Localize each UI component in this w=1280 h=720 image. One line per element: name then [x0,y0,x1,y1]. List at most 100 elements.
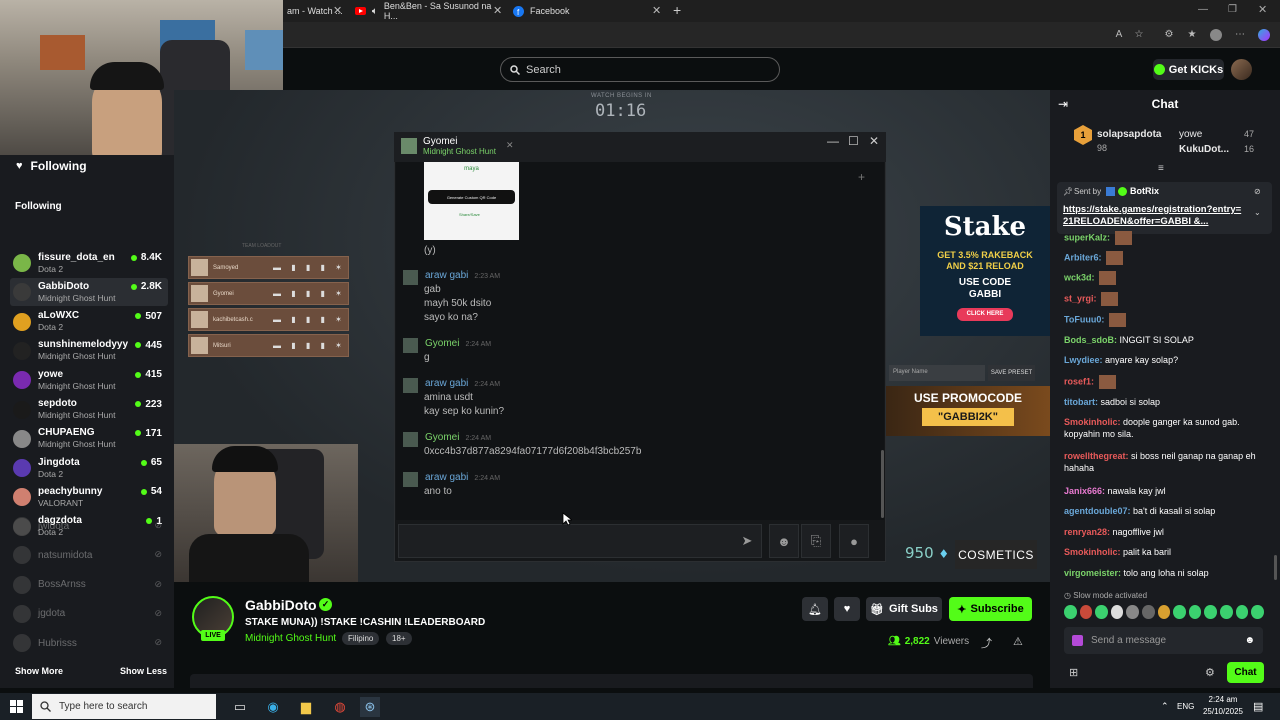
favorite-star-icon[interactable]: ☆ [1133,29,1145,41]
chat-message[interactable]: virgomeister: tolo ang loha ni solap [1064,567,1274,579]
emote-icon[interactable] [1126,605,1140,619]
emote-icon[interactable] [1095,605,1108,619]
chat-message[interactable]: Smokinholic: palit ka baril [1064,546,1274,558]
chat-scrollbar[interactable] [1274,555,1277,580]
maximize-icon[interactable]: ❐ [1228,4,1237,15]
follow-button[interactable]: ♥ [834,597,860,621]
pinned-link[interactable]: https://stake.games/registration?entry=2… [1063,204,1243,228]
stake-ad-banner[interactable]: Stake GET 3.5% RAKEBACK AND $21 RELOAD U… [920,206,1050,336]
close-tab-icon[interactable]: ✕ [333,4,342,17]
notification-bell-button[interactable]: 🔔︎ [802,597,828,621]
windows-start-icon[interactable] [10,700,23,713]
chat-message[interactable]: rosef1: [1064,375,1274,389]
steam-icon[interactable]: ⊛ [360,697,380,717]
chat-message[interactable]: agentdouble07: ba't di kasali si solap [1064,505,1274,517]
sidebar-item-jwldota[interactable]: jwldota ⊘ [10,512,168,540]
chat-message[interactable]: Bods_sdoB: INGGIT SI SOLAP [1064,334,1274,346]
emote-icon[interactable] [1235,605,1249,619]
chat-username[interactable]: superKalz: [1064,232,1110,242]
report-icon[interactable]: ⚠ [1013,635,1023,648]
subscribe-button[interactable]: ✦ Subscribe [949,597,1032,621]
chat-message[interactable]: Lwydiee: anyare kay solap? [1064,354,1274,366]
gear-icon[interactable]: ⚙ [1205,666,1215,679]
tag-pill[interactable]: Filipino [342,632,380,645]
speaker-icon[interactable]: 🔈︎ [372,6,378,17]
chat-username[interactable]: agentdouble07: [1064,506,1131,516]
file-explorer-icon[interactable]: ▆ [296,697,316,717]
ad-click-button[interactable]: CLICK HERE [957,308,1013,321]
close-tab-icon[interactable]: ✕ [652,4,661,17]
chat-username[interactable]: Lwydiee: [1064,355,1103,365]
minimize-icon[interactable]: — [1198,4,1208,15]
close-tab-icon[interactable]: ✕ [493,4,502,17]
app-icon[interactable]: ◍ [330,697,350,717]
sidebar-item-fissure_dota_en[interactable]: fissure_dota_en Dota 2 8.4K [10,249,168,277]
chat-message[interactable]: superKalz: [1064,231,1274,245]
scrollbar[interactable] [881,450,884,518]
edge-icon[interactable]: ◉ [263,697,283,717]
get-kicks-button[interactable]: Get KICKs [1153,59,1224,80]
emote-icon[interactable] [1220,605,1233,619]
maximize-icon[interactable]: ☐ [848,134,859,148]
tag-pill[interactable]: 18+ [386,632,412,645]
chat-message-input[interactable]: Send a message ☻ [1064,627,1263,654]
microphone-icon[interactable]: ● [839,524,869,558]
emote-icon[interactable] [1251,605,1264,619]
profile-icon[interactable] [1210,29,1222,41]
sidebar-item-sunshinemelodyyy[interactable]: sunshinemelodyyy Midnight Ghost Hunt 445 [10,337,168,365]
emote-icon[interactable] [1079,605,1093,619]
chat-username[interactable]: st_yrgi: [1064,293,1097,303]
emote-icon[interactable] [1173,605,1186,619]
chat-message[interactable]: wck3d: [1064,271,1274,285]
user-avatar[interactable] [1231,59,1252,80]
emote-icon[interactable] [1142,605,1155,619]
chevron-up-icon[interactable]: ⌃ [1161,701,1169,712]
new-tab-button[interactable]: + [673,2,681,18]
unpin-icon[interactable]: ⊘ [1254,187,1261,196]
language-indicator[interactable]: ENG [1177,702,1194,711]
extensions-icon[interactable]: ⚙ [1163,29,1175,41]
sidebar-item-natsumidota[interactable]: natsumidota ⊘ [10,541,168,569]
chat-username[interactable]: Arbiter6: [1064,252,1102,262]
browser-tab[interactable]: 🔈︎ Ben&Ben - Sa Susunod na H... [351,0,506,22]
minimize-icon[interactable]: — [827,134,839,148]
sidebar-item-alowxc[interactable]: aLoWXC Dota 2 507 [10,308,168,336]
sidebar-item-chupaeng[interactable]: CHUPAENG Midnight Ghost Hunt 171 [10,425,168,453]
more-menu-icon[interactable]: ⋯ [1234,29,1246,41]
player-name-field[interactable]: Player Name [889,365,985,381]
sidebar-item-jgdota[interactable]: jgdota ⊘ [10,600,168,628]
leaderboard[interactable]: 1 solapsapdota 98 yowe 47 KukuDot... 16 [1060,123,1270,163]
send-icon[interactable]: ➤ [732,524,762,558]
chat-message[interactable]: rowellthegreat: si boss neil ganap na ga… [1064,450,1274,474]
expand-leaderboard-icon[interactable]: ≡ [1158,163,1164,174]
chat-message[interactable]: titobart: sadboi si solap [1064,396,1274,408]
chat-username[interactable]: Bods_sdoB: [1064,335,1117,345]
task-view-icon[interactable]: ▭ [230,697,250,717]
show-less-button[interactable]: Show Less [120,666,167,676]
search-input[interactable]: Search [500,57,780,82]
sidebar-item-sepdoto[interactable]: sepdoto Midnight Ghost Hunt 223 [10,396,168,424]
chevron-down-icon[interactable]: ⌄ [1254,208,1261,217]
show-more-button[interactable]: Show More [15,666,63,676]
close-icon[interactable]: ✕ [869,134,879,148]
send-chat-button[interactable]: Chat [1227,662,1264,683]
chat-username[interactable]: rosef1: [1064,376,1094,386]
chat-message[interactable]: Janix666: nawala kay jwl [1064,485,1274,497]
emote-icon[interactable] [1064,605,1077,619]
chat-message[interactable]: Arbiter6: [1064,251,1274,265]
address-bar[interactable] [283,22,1280,48]
pinned-message[interactable]: 📌︎ Sent by BotRix ⊘ ⌄ https://stake.game… [1057,182,1272,234]
following-header[interactable]: ♥ Following [0,155,174,177]
emote-icon[interactable] [1204,605,1218,619]
add-contact-icon[interactable]: + [858,170,865,184]
gift-subs-button[interactable]: 🎁︎ Gift Subs [866,597,942,621]
emote-icon[interactable] [1110,605,1124,619]
emote-icon[interactable] [1188,605,1202,619]
chat-username[interactable]: rowellthegreat: [1064,451,1129,461]
chat-username[interactable]: Smokinholic: [1064,417,1121,427]
chat-message[interactable]: Smokinholic: doople ganger ka sunod gab.… [1064,416,1274,440]
sidebar-item-bossarnss[interactable]: BossArnss ⊘ [10,571,168,599]
share-icon[interactable]: ⤴ [981,635,992,651]
emote-icon[interactable] [1157,605,1171,619]
chat-message[interactable]: renryan28: nagofflive jwl [1064,526,1274,538]
